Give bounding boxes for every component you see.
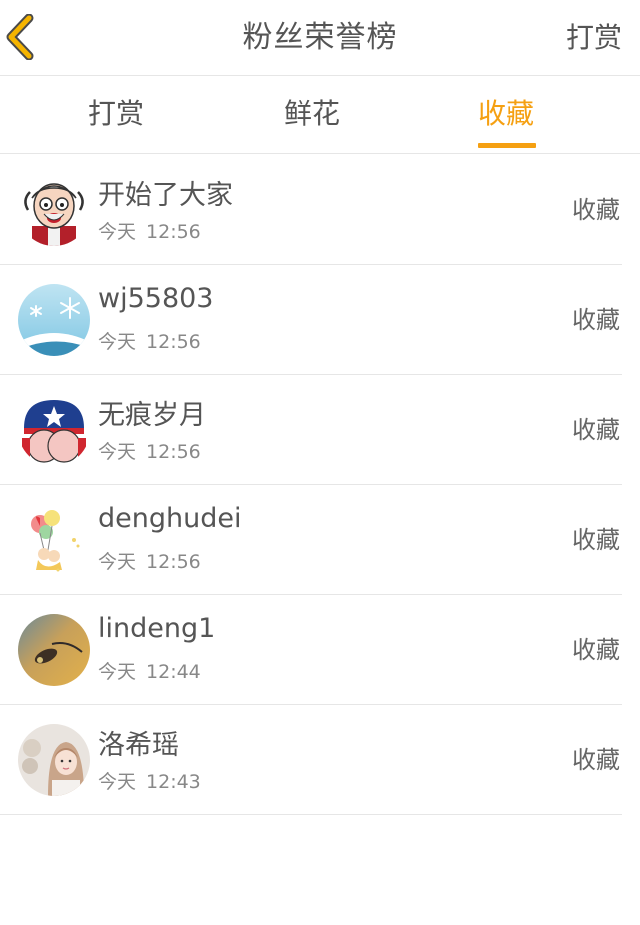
timestamp: 今天 12:56 bbox=[98, 437, 201, 464]
blurred-photo-avatar bbox=[18, 614, 90, 686]
timestamp-day: 今天 bbox=[98, 331, 137, 353]
timestamp-time: 12:44 bbox=[146, 661, 201, 683]
list-item[interactable]: lindeng1 今天 12:44 收藏 bbox=[0, 595, 622, 705]
timestamp-day: 今天 bbox=[98, 661, 137, 683]
timestamp: 今天 12:56 bbox=[98, 327, 201, 354]
list-item[interactable]: wj55803 今天 12:56 收藏 bbox=[0, 265, 622, 375]
favorite-label: 收藏 bbox=[572, 196, 620, 224]
list-item[interactable]: 洛希瑶 今天 12:43 收藏 bbox=[0, 705, 622, 815]
fan-name: denghudei bbox=[98, 503, 242, 534]
girl-photo-avatar bbox=[18, 724, 90, 796]
timestamp-day: 今天 bbox=[98, 441, 137, 463]
active-tab-indicator bbox=[478, 143, 536, 148]
timestamp-time: 12:56 bbox=[146, 441, 201, 463]
cartoon-old-man-avatar bbox=[18, 174, 90, 246]
balloon-couple-avatar bbox=[18, 504, 90, 576]
timestamp: 今天 12:56 bbox=[98, 547, 201, 574]
timestamp: 今天 12:43 bbox=[98, 767, 201, 794]
app-header: 粉丝荣誉榜 打赏 bbox=[0, 0, 640, 76]
avatar bbox=[18, 724, 90, 796]
timestamp-time: 12:43 bbox=[146, 771, 201, 793]
favorite-label: 收藏 bbox=[572, 746, 620, 774]
avatar bbox=[18, 504, 90, 576]
favorite-label: 收藏 bbox=[572, 636, 620, 664]
fan-name: wj55803 bbox=[98, 283, 214, 314]
list-item[interactable]: 开始了大家 今天 12:56 收藏 bbox=[0, 155, 622, 265]
list-item[interactable]: denghudei 今天 12:56 收藏 bbox=[0, 485, 622, 595]
snowflake-avatar bbox=[18, 284, 90, 356]
fan-name: 无痕岁月 bbox=[98, 400, 206, 431]
avatar bbox=[18, 394, 90, 466]
avatar bbox=[18, 174, 90, 246]
tab-flowers[interactable]: 鲜花 bbox=[262, 76, 362, 154]
fan-list: 开始了大家 今天 12:56 收藏 wj55803 今天 12:56 收藏 无痕… bbox=[0, 155, 640, 815]
fan-name: 洛希瑶 bbox=[98, 730, 179, 761]
timestamp-day: 今天 bbox=[98, 551, 137, 573]
timestamp-time: 12:56 bbox=[146, 551, 201, 573]
fan-name: lindeng1 bbox=[98, 613, 216, 644]
page-title: 粉丝荣誉榜 bbox=[242, 20, 398, 55]
timestamp: 今天 12:56 bbox=[98, 217, 201, 244]
tab-reward[interactable]: 打赏 bbox=[66, 76, 166, 154]
captain-shield-cartoon-avatar bbox=[18, 394, 90, 466]
timestamp-day: 今天 bbox=[98, 771, 137, 793]
favorite-label: 收藏 bbox=[572, 416, 620, 444]
reward-button[interactable]: 打赏 bbox=[566, 0, 622, 76]
favorite-label: 收藏 bbox=[572, 306, 620, 334]
avatar bbox=[18, 614, 90, 686]
timestamp-time: 12:56 bbox=[146, 331, 201, 353]
list-item[interactable]: 无痕岁月 今天 12:56 收藏 bbox=[0, 375, 622, 485]
favorite-label: 收藏 bbox=[572, 526, 620, 554]
timestamp: 今天 12:44 bbox=[98, 657, 201, 684]
timestamp-day: 今天 bbox=[98, 221, 137, 243]
tab-bar: 打赏 鲜花 收藏 bbox=[0, 76, 640, 154]
avatar bbox=[18, 284, 90, 356]
fan-name: 开始了大家 bbox=[98, 180, 233, 211]
timestamp-time: 12:56 bbox=[146, 221, 201, 243]
